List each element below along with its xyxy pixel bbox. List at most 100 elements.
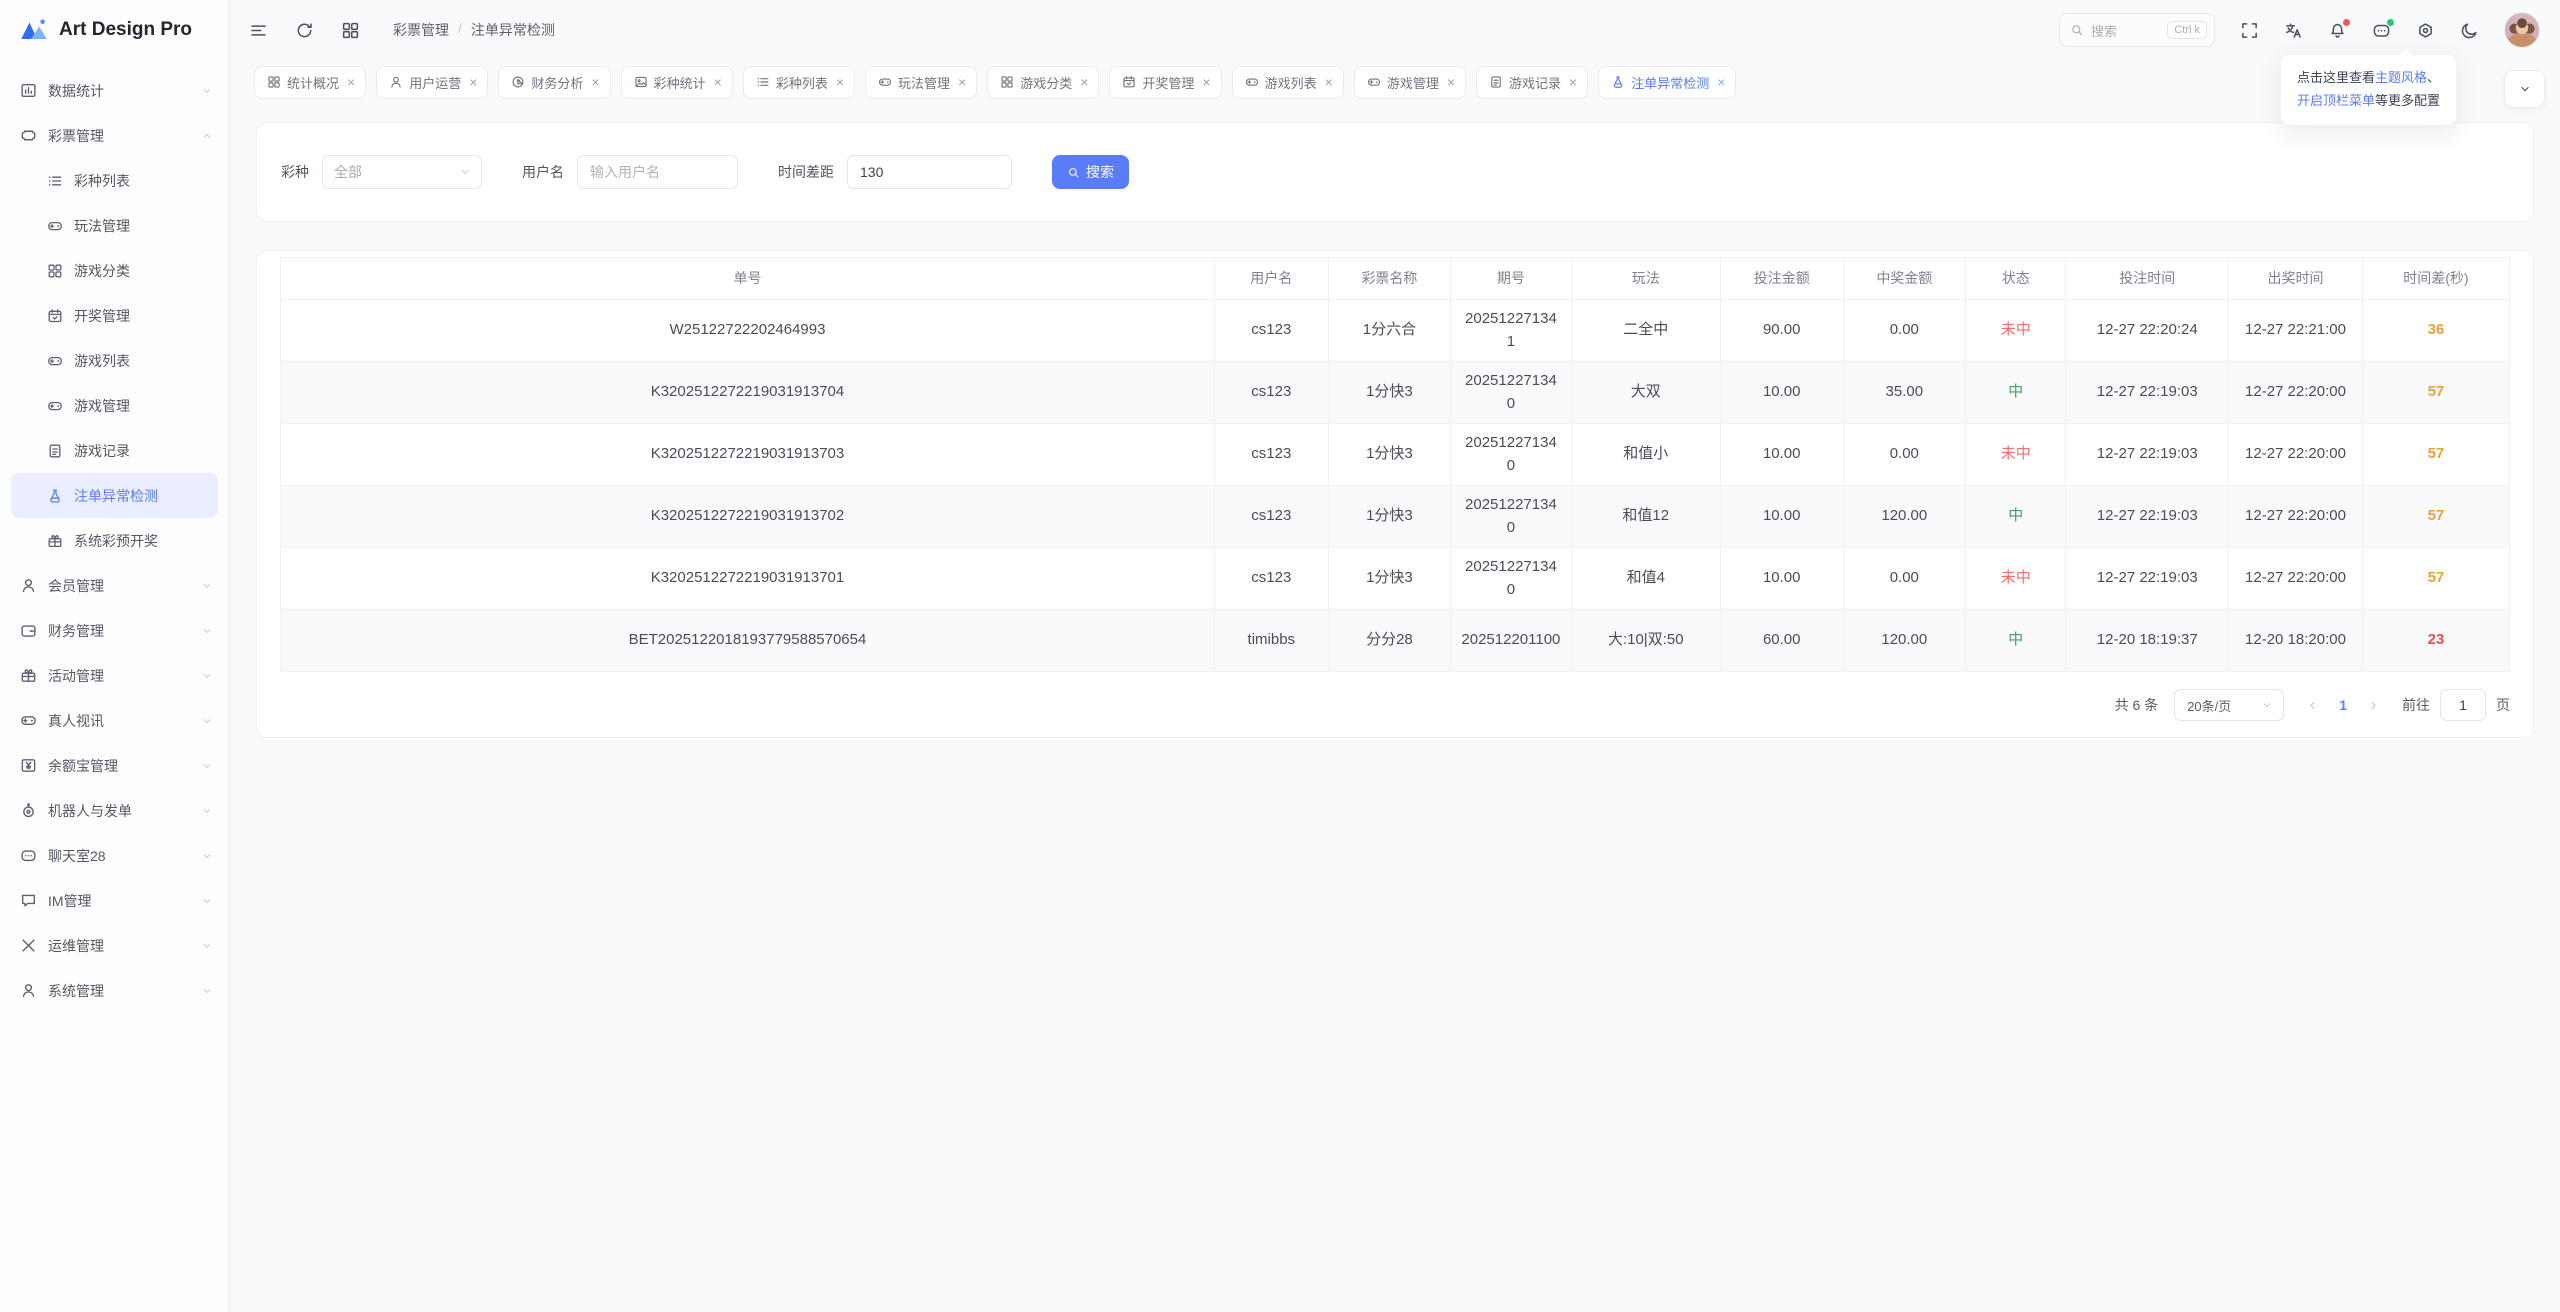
sidebar-item-机器人与发单[interactable]: 机器人与发单 <box>0 788 229 833</box>
dark-mode-moon-icon[interactable] <box>2460 21 2479 40</box>
menu-collapse-icon[interactable] <box>249 21 268 40</box>
tab-close-icon[interactable]: × <box>1569 75 1577 89</box>
tab-注单异常检测[interactable]: 注单异常检测 × <box>1598 65 1737 99</box>
goto-page-input[interactable] <box>2440 689 2486 721</box>
sidebar-item-注单异常检测[interactable]: 注单异常检测 <box>11 473 218 518</box>
tab-游戏分类[interactable]: 游戏分类 × <box>987 65 1100 99</box>
tab-label: 财务分析 <box>531 75 584 91</box>
page-size-select[interactable]: 20条/页 <box>2174 689 2285 721</box>
sidebar-item-彩票管理[interactable]: 彩票管理 <box>0 113 229 158</box>
translate-icon[interactable] <box>2284 21 2303 40</box>
apps-grid-icon[interactable] <box>341 21 360 40</box>
tab-close-icon[interactable]: × <box>1717 75 1725 89</box>
sidebar-item-游戏列表[interactable]: 游戏列表 <box>0 338 229 383</box>
tab-close-icon[interactable]: × <box>1080 75 1088 89</box>
tab-close-icon[interactable]: × <box>1447 75 1455 89</box>
sidebar-item-真人视讯[interactable]: 真人视讯 <box>0 698 229 743</box>
gamepad-icon <box>20 712 37 729</box>
chevron-down-icon <box>201 715 213 727</box>
sidebar-item-游戏分类[interactable]: 游戏分类 <box>0 248 229 293</box>
search-button[interactable]: 搜索 <box>1052 155 1129 189</box>
gamepad-icon <box>47 398 63 414</box>
sidebar-item-数据统计[interactable]: 数据统计 <box>0 68 229 113</box>
sidebar-item-彩种列表[interactable]: 彩种列表 <box>0 158 229 203</box>
sidebar-item-玩法管理[interactable]: 玩法管理 <box>0 203 229 248</box>
cell-username: cs123 <box>1213 485 1329 548</box>
table-row: BET2025122018193779588570654 timibbs 分分28 2… <box>280 609 2511 672</box>
cell-draw_time: 12-27 22:21:00 <box>2228 299 2363 362</box>
sidebar-item-系统彩预开奖[interactable]: 系统彩预开奖 <box>0 518 229 563</box>
tab-close-icon[interactable]: × <box>1202 75 1210 89</box>
cell-draw_time: 12-27 22:20:00 <box>2228 485 2363 548</box>
message-icon <box>20 892 37 909</box>
tab-游戏记录[interactable]: 游戏记录 × <box>1476 65 1589 99</box>
tooltip-line-2: 开启顶栏菜单等更多配置 <box>2297 90 2440 113</box>
tab-彩种统计[interactable]: 彩种统计 × <box>620 65 733 99</box>
sidebar-item-系统管理[interactable]: 系统管理 <box>0 968 229 1013</box>
breadcrumb-separator: / <box>458 20 462 36</box>
lottery-label: 彩种 <box>281 164 309 180</box>
tab-close-icon[interactable]: × <box>347 75 355 89</box>
cell-play: 大:10|双:50 <box>1570 609 1721 672</box>
timediff-input[interactable] <box>847 155 1012 189</box>
tab-close-icon[interactable]: × <box>958 75 966 89</box>
sidebar-item-游戏记录[interactable]: 游戏记录 <box>0 428 229 473</box>
current-page[interactable]: 1 <box>2339 697 2347 713</box>
chevron-down-icon <box>201 850 213 862</box>
sidebar-item-会员管理[interactable]: 会员管理 <box>0 563 229 608</box>
logo-mountain-icon <box>19 15 49 45</box>
tab-close-icon[interactable]: × <box>836 75 844 89</box>
theme-style-link[interactable]: 主题风格 <box>2375 70 2427 85</box>
sidebar-item-财务管理[interactable]: 财务管理 <box>0 608 229 653</box>
column-header-时间差(秒): 时间差(秒) <box>2361 257 2511 300</box>
search-placeholder: 搜索 <box>2091 23 2118 39</box>
tab-close-icon[interactable]: × <box>1325 75 1333 89</box>
top-menu-link[interactable]: 开启顶栏菜单 <box>2297 93 2375 108</box>
fullscreen-icon[interactable] <box>2240 21 2259 40</box>
global-search-input[interactable]: 搜索 Ctrl k <box>2059 13 2215 47</box>
cell-status: 未中 <box>1965 547 2067 610</box>
prev-page-icon[interactable] <box>2306 699 2319 712</box>
sidebar-item-聊天室28[interactable]: 聊天室28 <box>0 833 229 878</box>
grid-icon <box>47 263 63 279</box>
sidebar-item-开奖管理[interactable]: 开奖管理 <box>0 293 229 338</box>
tab-开奖管理[interactable]: 开奖管理 × <box>1109 65 1222 99</box>
username-input[interactable] <box>577 155 738 189</box>
tab-游戏列表[interactable]: 游戏列表 × <box>1231 65 1344 99</box>
table-row: K3202512272219031913701 cs123 1分快3 20251227… <box>280 547 2511 610</box>
notification-bell-icon[interactable] <box>2328 18 2350 40</box>
tab-close-icon[interactable]: × <box>714 75 722 89</box>
username-label: 用户名 <box>522 164 564 180</box>
cell-lottery: 1分快3 <box>1327 423 1452 486</box>
tab-彩种列表[interactable]: 彩种列表 × <box>742 65 856 99</box>
sidebar-item-运维管理[interactable]: 运维管理 <box>0 923 229 968</box>
refresh-icon[interactable] <box>295 21 314 40</box>
sidebar-item-活动管理[interactable]: 活动管理 <box>0 653 229 698</box>
cell-status: 未中 <box>1965 423 2067 486</box>
app-logo[interactable]: Art Design Pro <box>0 0 229 60</box>
settings-tooltip: 点击这里查看主题风格、 开启顶栏菜单等更多配置 <box>2279 54 2457 126</box>
tab-统计概况[interactable]: 统计概况 × <box>254 65 367 99</box>
cell-status: 中 <box>1965 361 2067 424</box>
next-page-icon[interactable] <box>2367 699 2380 712</box>
sidebar-item-游戏管理[interactable]: 游戏管理 <box>0 383 229 428</box>
tab-close-icon[interactable]: × <box>591 75 599 89</box>
tab-玩法管理[interactable]: 玩法管理 × <box>865 65 978 99</box>
tab-close-icon[interactable]: × <box>469 75 477 89</box>
breadcrumb-parent[interactable]: 彩票管理 <box>393 20 449 40</box>
wallet-icon <box>20 622 37 639</box>
user-avatar[interactable] <box>2504 12 2540 48</box>
tabbar-more-button[interactable] <box>2504 70 2545 108</box>
cell-order: BET2025122018193779588570654 <box>280 609 1215 672</box>
sidebar-item-余额宝管理[interactable]: 余额宝管理 <box>0 743 229 788</box>
cell-period: 202512271340 <box>1450 485 1572 548</box>
tab-游戏管理[interactable]: 游戏管理 × <box>1353 65 1467 99</box>
lottery-select[interactable]: 全部 <box>322 155 482 189</box>
tab-财务分析[interactable]: 财务分析 × <box>498 65 611 99</box>
sidebar-item-IM管理[interactable]: IM管理 <box>0 878 229 923</box>
table-body: W25122722202464993 cs123 1分六合 202512271341 二… <box>280 299 2511 672</box>
settings-gear-icon[interactable] <box>2416 21 2435 40</box>
tab-用户运营[interactable]: 用户运营 × <box>376 65 489 99</box>
sidebar-item-label: 真人视讯 <box>48 712 104 729</box>
chat-messages-icon[interactable] <box>2372 18 2394 40</box>
